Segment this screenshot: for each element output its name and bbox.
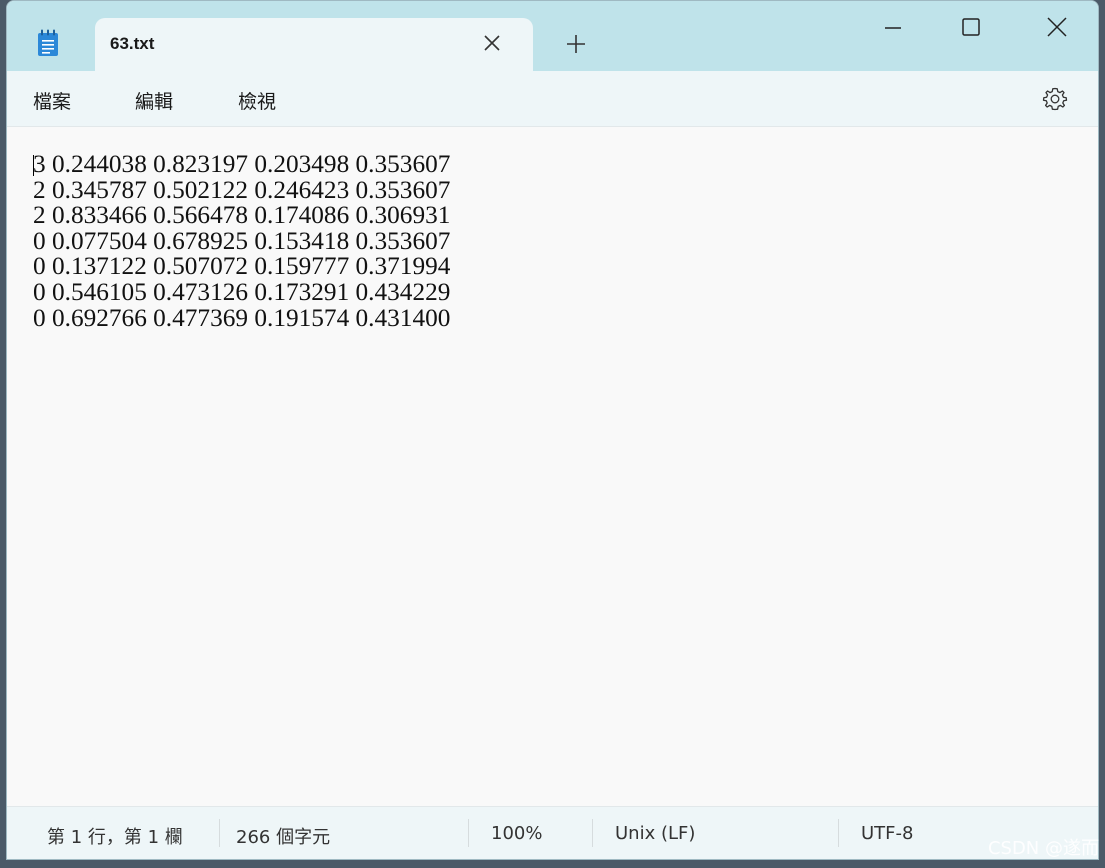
notepad-window: 63.txt 檔案 編輯 檢視 3 0.244038 0.823197 0.20… <box>6 0 1099 860</box>
notepad-icon <box>38 29 58 56</box>
status-bar: 第 1 行，第 1 欄 266 個字元 100% Unix (LF) UTF-8 <box>7 806 1098 859</box>
text-caret <box>33 155 34 176</box>
text-editor[interactable]: 3 0.244038 0.823197 0.203498 0.353607 2 … <box>7 127 1098 807</box>
tab-title: 63.txt <box>110 34 155 53</box>
tab-63-txt[interactable]: 63.txt <box>95 18 533 71</box>
cursor-position: 第 1 行，第 1 欄 <box>47 827 183 848</box>
minimize-icon[interactable] <box>873 11 913 45</box>
status-divider <box>219 819 220 847</box>
plus-icon[interactable] <box>563 31 589 57</box>
menu-view[interactable]: 檢視 <box>238 87 276 114</box>
menu-bar: 檔案 編輯 檢視 <box>7 71 1098 127</box>
close-icon[interactable] <box>479 30 505 56</box>
status-divider <box>592 819 593 847</box>
editor-text[interactable]: 3 0.244038 0.823197 0.203498 0.353607 2 … <box>33 151 450 331</box>
maximize-icon[interactable] <box>951 11 991 45</box>
line-ending[interactable]: Unix (LF) <box>615 823 695 844</box>
watermark: CSDN @遂而 <box>987 838 1099 859</box>
window-close-icon[interactable] <box>1037 11 1077 45</box>
character-count: 266 個字元 <box>236 827 331 848</box>
status-divider <box>468 819 469 847</box>
menu-edit[interactable]: 編輯 <box>135 87 173 114</box>
zoom-level[interactable]: 100% <box>491 823 542 844</box>
menu-file[interactable]: 檔案 <box>33 87 71 114</box>
gear-icon[interactable] <box>1041 85 1069 113</box>
status-divider <box>838 819 839 847</box>
title-bar[interactable]: 63.txt <box>7 1 1098 71</box>
encoding[interactable]: UTF-8 <box>861 823 913 844</box>
